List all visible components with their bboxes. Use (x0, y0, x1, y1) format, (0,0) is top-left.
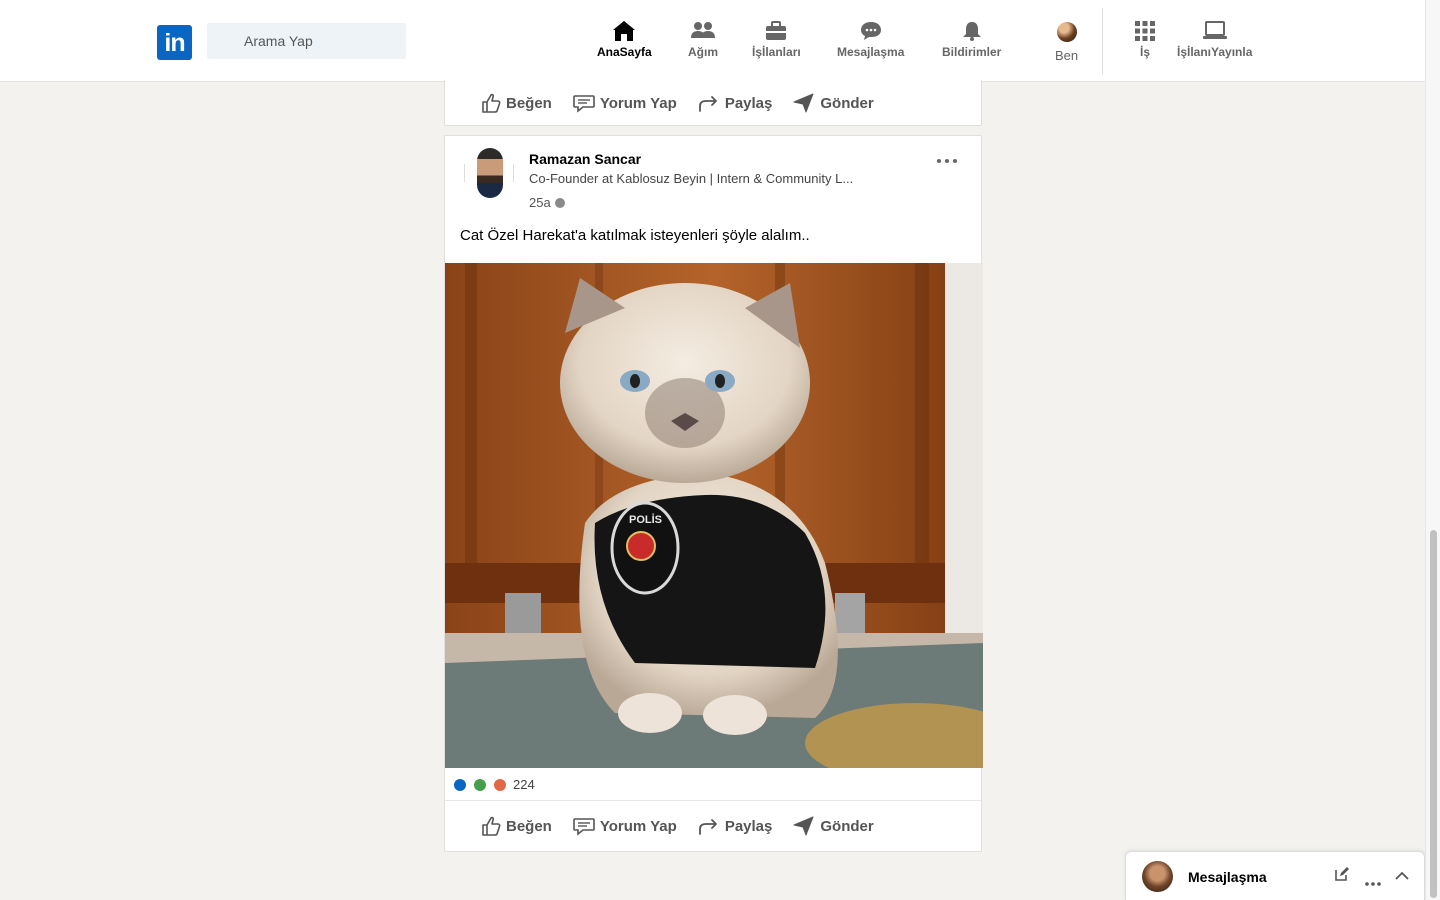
badge-text: POLİS (629, 513, 662, 526)
messaging-title[interactable]: Mesajlaşma (1188, 869, 1267, 885)
nav-notifications[interactable]: Bildirimler (942, 20, 1001, 59)
comment-icon (573, 818, 595, 836)
like-reaction-icon (453, 777, 467, 792)
post-timestamp: 25a (529, 195, 565, 210)
like-label: Beğen (506, 94, 552, 112)
like-button[interactable]: Beğen (480, 92, 552, 114)
nav-network[interactable]: Ağım (688, 20, 718, 59)
compose-icon[interactable] (1334, 866, 1350, 887)
cat-photo: POLİS (445, 263, 983, 768)
love-reaction-icon (493, 777, 507, 792)
nav-me[interactable]: Ben (1055, 20, 1078, 63)
nav-divider (1102, 8, 1103, 74)
send-button[interactable]: Gönder (792, 92, 874, 114)
linkedin-logo[interactable]: in (157, 25, 192, 60)
post-actions: Beğen Yorum Yap Paylaş Gönder (445, 80, 981, 126)
reaction-count: 224 (513, 777, 535, 792)
like-label: Beğen (506, 817, 552, 835)
bell-icon (962, 22, 981, 41)
share-label: Paylaş (724, 817, 773, 835)
nav-post-job-label: İşİlanıYayınla (1177, 45, 1253, 59)
comment-label: Yorum Yap (599, 817, 677, 835)
paper-plane-icon (793, 816, 814, 836)
post-image[interactable]: POLİS (445, 263, 983, 768)
ellipsis-icon[interactable] (1365, 874, 1381, 892)
previous-post-card: Beğen Yorum Yap Paylaş Gönder (444, 80, 982, 126)
nav-messaging-label: Mesajlaşma (837, 45, 905, 59)
author-headline: Co-Founder at Kablosuz Beyin | Intern & … (529, 171, 854, 186)
more-options-button[interactable] (937, 156, 957, 166)
comment-icon (573, 95, 595, 113)
nav-notifications-label: Bildirimler (942, 45, 1002, 59)
share-arrow-icon (698, 96, 717, 112)
search-input[interactable] (207, 23, 406, 59)
chat-icon (860, 22, 881, 40)
post-time-label: 25a (529, 195, 551, 210)
send-button[interactable]: Gönder (792, 815, 874, 837)
celebrate-reaction-icon (473, 777, 487, 792)
nav-jobs-label: İşİlanları (752, 45, 801, 59)
nav-network-label: Ağım (688, 45, 718, 59)
scrollbar-thumb[interactable] (1430, 530, 1437, 898)
nav-jobs[interactable]: İşİlanları (752, 20, 801, 59)
ellipsis-icon (937, 159, 941, 163)
post-text: Cat Özel Harekat'a katılmak isteyenleri … (460, 227, 810, 244)
paper-plane-icon (793, 93, 814, 113)
comment-button[interactable]: Yorum Yap (572, 815, 677, 837)
globe-icon (554, 197, 565, 208)
post-actions: Beğen Yorum Yap Paylaş Gönder (445, 803, 981, 849)
send-label: Gönder (820, 94, 874, 112)
nav-home[interactable]: AnaSayfa (597, 20, 652, 59)
avatar (1142, 861, 1173, 892)
reactions-summary[interactable]: 224 (453, 777, 535, 792)
top-navigation-bar: in AnaSayfa Ağım İşİlanları Mesajlaşma B… (0, 0, 1425, 82)
messaging-panel[interactable]: Mesajlaşma (1125, 851, 1425, 900)
grid-icon (1135, 21, 1155, 41)
thumbs-up-icon (482, 93, 501, 113)
chevron-up-icon[interactable] (1395, 869, 1409, 887)
laptop-icon (1202, 21, 1227, 39)
thumbs-up-icon (482, 816, 501, 836)
nav-post-job[interactable]: İşİlanıYayınla (1177, 20, 1252, 59)
nav-work[interactable]: İş (1134, 20, 1156, 59)
nav-home-label: AnaSayfa (597, 45, 652, 59)
share-arrow-icon (698, 819, 717, 835)
share-button[interactable]: Paylaş (697, 815, 773, 837)
comment-button[interactable]: Yorum Yap (572, 92, 677, 114)
briefcase-icon (766, 21, 787, 40)
page-scrollbar[interactable] (1425, 0, 1440, 900)
share-button[interactable]: Paylaş (697, 92, 773, 114)
send-label: Gönder (820, 817, 874, 835)
people-icon (691, 22, 715, 38)
nav-work-label: İş (1139, 45, 1150, 59)
nav-messaging[interactable]: Mesajlaşma (837, 20, 904, 59)
comment-label: Yorum Yap (599, 94, 677, 112)
like-button[interactable]: Beğen (480, 815, 552, 837)
author-avatar[interactable] (477, 148, 503, 198)
share-label: Paylaş (724, 94, 773, 112)
divider (445, 800, 981, 801)
home-icon (613, 21, 636, 41)
author-name[interactable]: Ramazan Sancar (529, 151, 641, 167)
nav-me-label: Ben (1055, 48, 1079, 63)
post-card: Ramazan Sancar Co-Founder at Kablosuz Be… (444, 135, 983, 852)
avatar (1056, 22, 1077, 42)
